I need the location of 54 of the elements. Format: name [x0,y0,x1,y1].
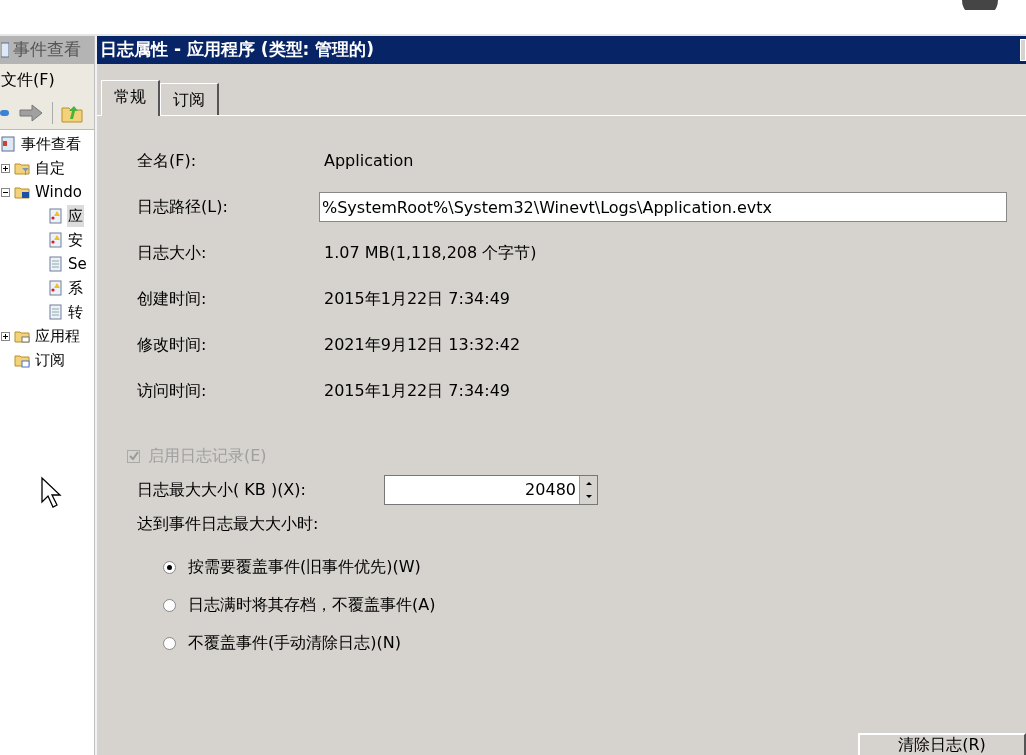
folder-icon [14,184,30,200]
radio-label: 不覆盖事件(手动清除日志)(N) [188,632,401,654]
folder-icon [14,352,30,368]
collapse-toggle[interactable] [1,187,10,197]
log-icon [47,256,63,272]
app-icon [1,42,9,58]
radio-button[interactable] [163,636,176,650]
folder-icon [14,328,30,344]
dialog-title: 日志属性 - 应用程序 (类型: 管理的) [100,38,375,62]
forward-arrow-icon[interactable] [18,102,44,123]
window-title: 事件查看 [13,38,81,62]
round-icon [960,0,1000,10]
expand-toggle[interactable] [1,163,10,173]
field-value: Application [323,150,414,172]
field-label: 修改时间: [137,334,208,356]
tree-item[interactable]: Windo [34,180,83,204]
field-label: 创建时间: [137,288,208,310]
field-label: 日志路径(L): [137,196,229,218]
radio-label: 日志满时将其存档，不覆盖事件(A) [188,594,436,616]
tree-item[interactable]: 系 [67,276,84,300]
size-spinner[interactable]: 20480 [384,475,598,505]
folder-icon [14,160,30,176]
expand-toggle[interactable] [1,331,10,341]
tree-item[interactable]: Se [67,252,88,276]
tab[interactable]: 常规 [101,80,160,116]
field-label: 访问时间: [137,380,208,402]
tree-item[interactable]: 自定 [34,156,66,180]
mouse-pointer-icon [40,476,62,510]
log-warning-icon [47,280,63,296]
path-field[interactable]: %SystemRoot%\System32\Winevt\Logs\Application.evtx [319,192,1007,222]
radio-button[interactable] [163,560,176,574]
radio-label: 按需要覆盖事件(旧事件优先)(W) [188,556,421,578]
log-warning-icon [47,208,63,224]
field-value: 2015年1月22日 7:34:49 [323,380,511,402]
field-label: 日志最大大小( KB )(X): [137,479,307,501]
field-value: 2015年1月22日 7:34:49 [323,288,511,310]
log-warning-icon [47,232,63,248]
log-icon [47,304,63,320]
field-label: 日志大小: [137,242,208,264]
tree-item[interactable]: 安 [67,228,84,252]
section-label: 达到事件日志最大大小时: [137,513,320,535]
tree-item[interactable]: 转 [67,300,84,324]
tree-item[interactable]: 订阅 [34,348,66,372]
log-book-icon [0,136,16,152]
tab[interactable]: 订阅 [160,83,219,115]
tree-item[interactable]: 应 [67,204,84,228]
field-label: 全名(F): [137,150,198,172]
tree-item[interactable]: 事件查看 [20,132,82,156]
field-value: 2021年9月12日 13:32:42 [323,334,521,356]
clear-log-button[interactable]: 清除日志(R) [858,733,1026,755]
radio-button[interactable] [163,598,176,612]
field-value: 1.07 MB(1,118,208 个字节) [323,242,537,264]
spinner-value: 20480 [525,479,577,501]
tree-item[interactable]: 应用程 [34,324,81,348]
